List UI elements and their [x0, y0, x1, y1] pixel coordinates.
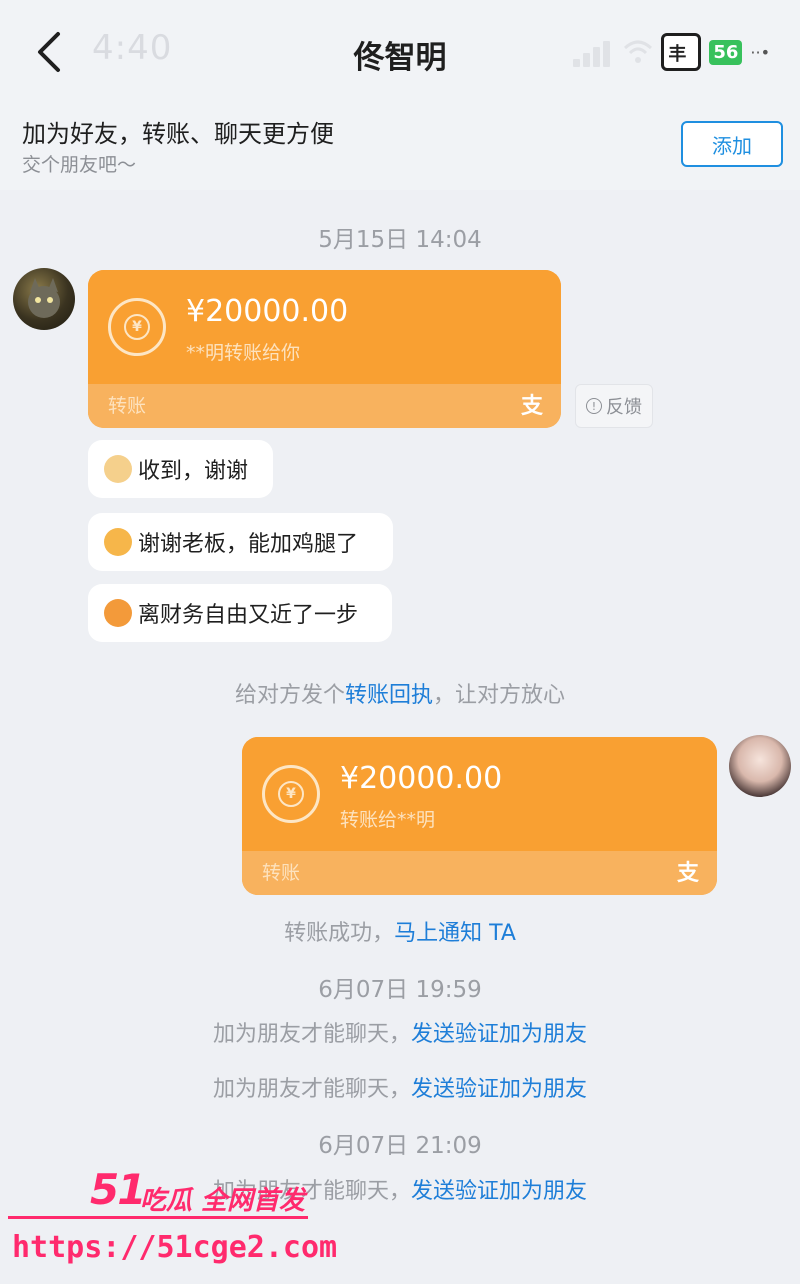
victory-hand-emoji-icon: [104, 455, 132, 483]
friend-required-notice: 加为朋友才能聊天，发送验证加为朋友: [212, 1077, 588, 1102]
info-icon: !: [586, 398, 602, 414]
send-verification-link[interactable]: 发送验证加为朋友: [411, 1077, 587, 1102]
message-bubble[interactable]: 收到，谢谢: [88, 440, 273, 498]
feedback-label: 反馈: [606, 397, 642, 418]
transfer-amount: ¥20000.00: [186, 294, 349, 329]
transfer-note: 转账给**明: [340, 809, 436, 831]
smile-emoji-icon: [104, 599, 132, 627]
alipay-icon: 支: [520, 394, 543, 419]
friend-required-notice: 加为朋友才能聊天，发送验证加为朋友: [212, 1022, 588, 1047]
send-verification-link[interactable]: 发送验证加为朋友: [411, 1022, 587, 1047]
receipt-link[interactable]: 转账回执: [345, 683, 433, 708]
timestamp: 6月07日 21:09: [318, 1133, 482, 1159]
cat-icon: [28, 278, 60, 318]
transfer-card-received[interactable]: ¥ ¥20000.00 **明转账给你 转账 支: [88, 270, 561, 428]
transfer-success-notice: 转账成功，马上通知 TA: [284, 921, 516, 946]
message-text: 离财务自由又近了一步: [138, 603, 359, 628]
screen-icon: 丰: [661, 33, 702, 71]
watermark-url: https://51cge2.com: [12, 1230, 338, 1265]
wifi-icon: [624, 40, 653, 63]
signal-icon: [573, 37, 615, 67]
my-avatar[interactable]: [729, 735, 791, 797]
add-friend-button[interactable]: 添加: [681, 121, 783, 167]
message-text: 收到，谢谢: [138, 459, 249, 484]
transfer-note: **明转账给你: [186, 342, 301, 364]
blush-emoji-icon: [104, 528, 132, 556]
banner-title: 加为好友，转账、聊天更方便: [22, 120, 334, 148]
timestamp: 6月07日 19:59: [318, 977, 482, 1003]
transfer-label: 转账: [108, 395, 147, 417]
message-bubble[interactable]: 谢谢老板，能加鸡腿了: [88, 513, 393, 571]
transfer-coin-icon: ¥: [262, 765, 320, 823]
alipay-icon: 支: [676, 861, 699, 886]
network-badge: 56: [709, 39, 743, 65]
transfer-coin-icon: ¥: [108, 298, 166, 356]
banner-subtitle: 交个朋友吧～: [22, 154, 137, 176]
notify-link[interactable]: 马上通知 TA: [394, 921, 516, 946]
watermark-tag: 吃瓜 全网首发: [140, 1186, 306, 1216]
message-text: 谢谢老板，能加鸡腿了: [138, 532, 359, 557]
status-more: ··•: [750, 42, 770, 62]
watermark-divider: [8, 1216, 308, 1219]
transfer-card-sent[interactable]: ¥ ¥20000.00 转账给**明 转账 支: [242, 737, 717, 895]
transfer-label: 转账: [262, 862, 301, 884]
sender-avatar[interactable]: [13, 268, 75, 330]
send-verification-link[interactable]: 发送验证加为朋友: [411, 1179, 587, 1204]
receipt-prompt: 给对方发个转账回执，让对方放心: [234, 683, 566, 708]
feedback-button[interactable]: ! 反馈: [575, 384, 653, 428]
watermark-number: 51: [90, 1165, 146, 1214]
message-bubble[interactable]: 离财务自由又近了一步: [88, 584, 392, 642]
timestamp: 5月15日 14:04: [318, 227, 482, 253]
status-icons: 丰 56 ··•: [573, 32, 770, 72]
transfer-amount: ¥20000.00: [340, 761, 503, 796]
